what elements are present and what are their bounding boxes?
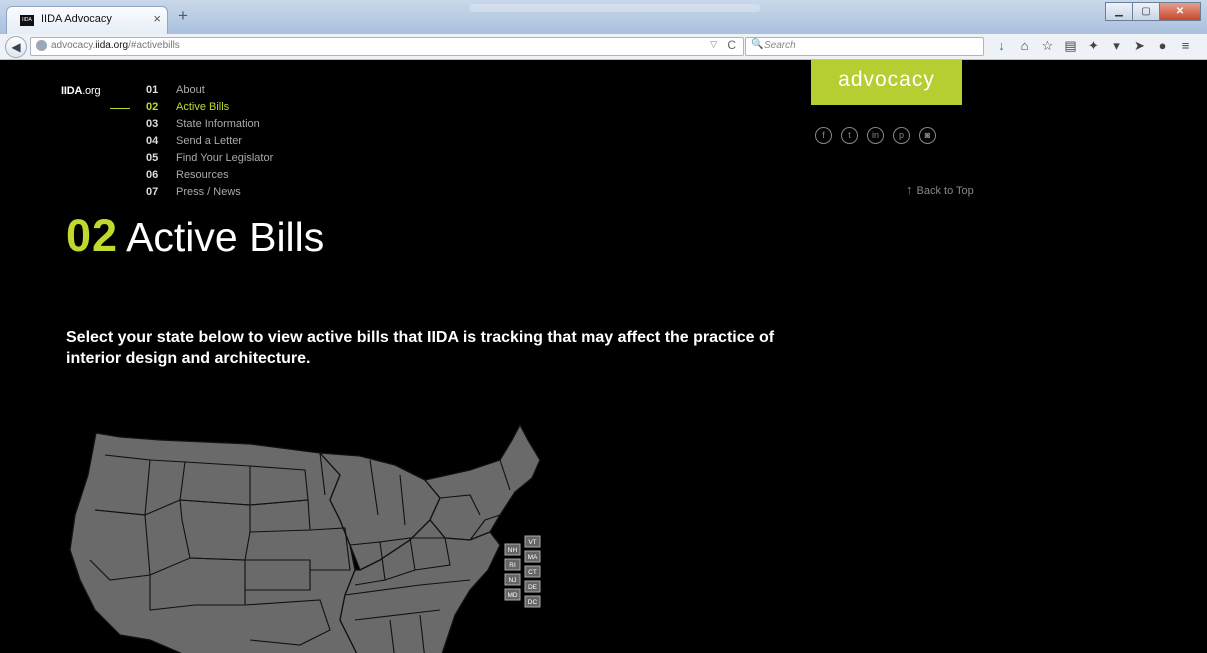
state-btn-md[interactable]: MD [504,588,521,601]
globe-icon [36,40,47,51]
svg-text:DE: DE [528,584,538,591]
pinterest-icon[interactable]: p [893,127,910,144]
state-btn-ct[interactable]: CT [524,565,541,578]
url-text: advocacy.iida.org/#activebills [51,40,180,51]
section-heading: 02 Active Bills [66,210,324,262]
svg-text:MA: MA [528,554,538,561]
search-input[interactable]: 🔍 Search [745,37,984,56]
url-dropdown-icon[interactable]: ▽ [710,39,717,50]
state-btn-ma[interactable]: MA [524,550,541,563]
chevron-down-icon[interactable]: ▾ [1105,38,1128,54]
reading-list-icon[interactable]: ▤ [1059,38,1082,54]
advocacy-badge[interactable]: advocacy [811,60,962,105]
us-state-map[interactable]: VT NH MA RI CT NJ DE MD DC [0,420,560,653]
svg-text:DC: DC [528,599,538,606]
svg-text:CT: CT [528,569,537,576]
active-indicator [110,108,130,109]
section-number: 02 [66,210,119,261]
toolbar-icons: ↓ ⌂ ☆ ▤ ✦ ▾ ➤ ● ≡ [990,38,1197,54]
home-icon[interactable]: ⌂ [1013,38,1036,54]
menu-icon[interactable]: ≡ [1174,38,1197,54]
browser-nav-bar: ◀ advocacy.iida.org/#activebills ▽ C 🔍 S… [0,34,1207,60]
arrow-up-icon: ↑ [906,182,913,197]
instagram-icon[interactable]: ◙ [919,127,936,144]
facebook-icon[interactable]: f [815,127,832,144]
state-btn-nj[interactable]: NJ [504,573,521,586]
title-bar-blur [470,4,760,12]
small-state-buttons: VT NH MA RI CT NJ DE MD DC [504,535,541,608]
url-bar[interactable]: advocacy.iida.org/#activebills ▽ C [30,37,744,56]
svg-text:RI: RI [509,562,516,569]
close-window-button[interactable]: ✕ [1159,2,1201,21]
back-arrow-icon[interactable]: ◀ [5,36,27,58]
back-to-top-link[interactable]: ↑ Back to Top [906,182,974,197]
section-title: Active Bills [126,214,325,260]
tab-title: IIDA Advocacy [41,13,112,25]
intro-text: Select your state below to view active b… [66,329,775,367]
state-btn-vt[interactable]: VT [524,535,541,548]
minimize-button[interactable]: ▁ [1105,2,1133,21]
share-icon[interactable]: ➤ [1128,38,1151,54]
site-logo[interactable]: IIDA.org [61,85,101,97]
state-btn-nh[interactable]: NH [504,543,521,556]
social-links: f t in p ◙ [815,127,936,144]
window-controls: ▁ ▢ ✕ [1105,2,1201,21]
browser-tab-strip: IIDA IIDA Advocacy × + ▁ ▢ ✕ [0,0,1207,34]
close-tab-icon[interactable]: × [153,11,161,26]
linkedin-icon[interactable]: in [867,127,884,144]
search-icon: 🔍 [751,39,764,50]
site-favicon: IIDA [20,15,34,26]
bookmark-star-icon[interactable]: ☆ [1036,38,1059,54]
state-btn-dc[interactable]: DC [524,595,541,608]
svg-text:NJ: NJ [509,577,517,584]
reload-icon[interactable]: C [727,38,736,52]
download-icon[interactable]: ↓ [990,38,1013,54]
maximize-button[interactable]: ▢ [1132,2,1160,21]
twitter-icon[interactable]: t [841,127,858,144]
svg-text:VT: VT [528,539,536,546]
search-placeholder: Search [764,40,796,51]
state-btn-de[interactable]: DE [524,580,541,593]
new-tab-icon[interactable]: + [178,6,188,26]
state-btn-ri[interactable]: RI [504,558,521,571]
svg-text:MD: MD [507,592,517,599]
page-content: IIDA.org 01 About 02 Active Bills 03 State … [0,60,1207,653]
chat-icon[interactable]: ● [1151,38,1174,54]
svg-text:NH: NH [508,547,518,554]
browser-tab[interactable]: IIDA IIDA Advocacy × [6,6,168,34]
extension-icon[interactable]: ✦ [1082,38,1105,54]
state-west[interactable] [69,432,360,653]
